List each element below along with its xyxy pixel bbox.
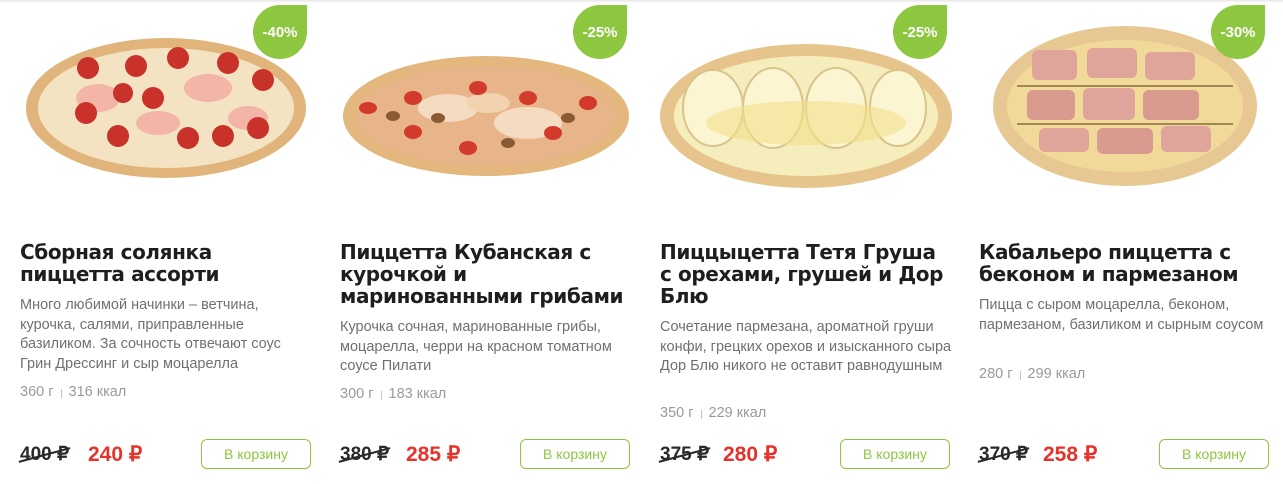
product-description: Курочка сочная, маринованные грибы, моца… (340, 319, 612, 374)
new-price: 258 ₽ (1043, 443, 1098, 466)
add-to-cart-button[interactable]: В корзину (201, 439, 311, 469)
old-price: 380 ₽ (340, 444, 390, 465)
product-title[interactable]: Сборная солянка пиццетта ассорти (20, 241, 310, 285)
product-description: Сочетание пармезана, ароматной груши кон… (660, 319, 952, 374)
product-meta: 300 г 183 ккал (340, 386, 446, 402)
product-meta: 360 г 316 ккал (20, 384, 126, 400)
product-calories: 316 ккал (68, 384, 127, 400)
meta-separator (1019, 370, 1021, 380)
product-meta: 350 г 229 ккал (660, 405, 766, 421)
discount-badge: -40% (253, 5, 307, 59)
discount-badge: -30% (1211, 5, 1265, 59)
product-card: -25% Пиццыцетта Тетя Груша с орехами, гр… (660, 0, 960, 484)
old-price: 400 ₽ (20, 444, 70, 465)
old-price: 375 ₽ (660, 444, 710, 465)
new-price: 285 ₽ (406, 443, 461, 466)
product-weight: 280 г (979, 366, 1013, 382)
product-card: -30% Кабальеро пиццетта с беконом и парм… (979, 0, 1279, 484)
product-description: Много любимой начинки – ветчина, курочка… (20, 297, 281, 372)
meta-separator (380, 390, 382, 400)
add-to-cart-button[interactable]: В корзину (1159, 439, 1269, 469)
product-weight: 300 г (340, 386, 374, 402)
product-weight: 350 г (660, 405, 694, 421)
product-card: -40% Сборная солянка пиццетта ассорти Мн… (20, 0, 320, 484)
discount-badge: -25% (573, 5, 627, 59)
product-title[interactable]: Кабальеро пиццетта с беконом и пармезано… (979, 241, 1269, 285)
new-price: 240 ₽ (88, 443, 143, 466)
product-title[interactable]: Пиццыцетта Тетя Груша с орехами, грушей … (660, 241, 950, 307)
discount-badge: -25% (893, 5, 947, 59)
product-description: Пицца с сыром моцарелла, беконом, пармез… (979, 297, 1264, 333)
product-meta: 280 г 299 ккал (979, 366, 1085, 382)
meta-separator (60, 388, 62, 398)
meta-separator (700, 409, 702, 419)
product-calories: 229 ккал (708, 405, 767, 421)
old-price: 370 ₽ (979, 444, 1029, 465)
product-calories: 183 ккал (388, 386, 447, 402)
product-card: -25% Пиццетта Кубанская с курочкой и мар… (340, 0, 640, 484)
product-calories: 299 ккал (1027, 366, 1086, 382)
add-to-cart-button[interactable]: В корзину (840, 439, 950, 469)
new-price: 280 ₽ (723, 443, 778, 466)
product-title[interactable]: Пиццетта Кубанская с курочкой и маринова… (340, 241, 630, 307)
product-weight: 360 г (20, 384, 54, 400)
add-to-cart-button[interactable]: В корзину (520, 439, 630, 469)
